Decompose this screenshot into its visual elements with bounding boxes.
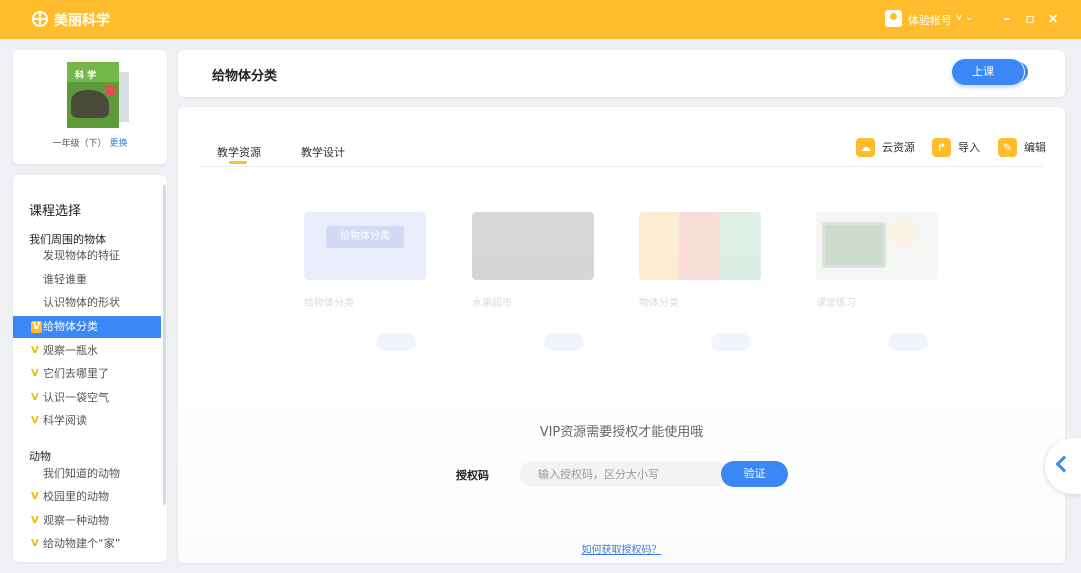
- lesson-item[interactable]: V 给动物建个“家”: [13, 533, 161, 555]
- resource-card: 水果超市: [472, 212, 594, 351]
- vip-message: VIP资源需要授权才能使用哦: [539, 425, 704, 440]
- user-name[interactable]: 体验帐号: [908, 12, 952, 28]
- close-button[interactable]: ×: [1045, 10, 1061, 28]
- tabs-divider: [198, 166, 1045, 167]
- resource-button: [376, 333, 416, 351]
- resource-button: [544, 333, 584, 351]
- lesson-item[interactable]: V 校园里的动物: [13, 486, 161, 508]
- resource-thumbnail: [472, 212, 594, 280]
- page-title: 给物体分类: [212, 69, 278, 84]
- vip-icon: V: [31, 368, 39, 379]
- cover-title: 科 学: [75, 71, 97, 81]
- textbook-cover: 科 学: [67, 62, 119, 128]
- lesson-scrollbar[interactable]: [163, 185, 166, 505]
- lesson-item[interactable]: V 观察一瓶水: [13, 340, 161, 362]
- cover-decoration: [105, 86, 115, 96]
- grade-label: 一年级（下） 更换: [13, 136, 167, 149]
- lesson-item[interactable]: V 它们去哪里了: [13, 363, 161, 385]
- vip-icon: V: [31, 491, 39, 502]
- start-class-button[interactable]: 上课: [952, 59, 1028, 85]
- title-bar: 美丽科学 体验帐号 v ⌄ – ▫ ×: [0, 0, 1081, 39]
- import-icon: ↱: [932, 138, 951, 157]
- lesson-panel: 课程选择 我们周围的物体 发现物体的特征 谁轻谁重 认识物体的形状 V 给物体分类…: [13, 175, 167, 562]
- lesson-item[interactable]: 我们知道的动物: [13, 463, 161, 485]
- verify-button[interactable]: 验证: [721, 461, 788, 487]
- lesson-heading: 课程选择: [29, 204, 82, 219]
- lesson-header: 给物体分类 上课: [178, 50, 1065, 97]
- lesson-item[interactable]: V 认识一袋空气: [13, 387, 161, 409]
- vip-icon: V: [31, 415, 39, 426]
- maximize-button[interactable]: ▫: [1022, 10, 1038, 28]
- lesson-item[interactable]: 发现物体的特征: [13, 245, 161, 267]
- edit-icon: ✎: [998, 138, 1017, 157]
- resource-card: 给物体分类 给物体分类: [304, 212, 426, 351]
- lesson-item[interactable]: V 观察一种动物: [13, 510, 161, 532]
- lesson-item[interactable]: 谁轻谁重: [13, 269, 161, 291]
- resource-title: 课堂练习: [816, 298, 856, 309]
- wave-icon: [1018, 62, 1028, 82]
- resource-title: 物体分类: [639, 298, 679, 309]
- minimize-button[interactable]: –: [999, 10, 1015, 28]
- vip-icon: V: [31, 538, 39, 549]
- user-badge[interactable]: v ⌄: [956, 12, 973, 23]
- app-logo-icon: [32, 11, 48, 27]
- start-class-label: 上课: [972, 65, 994, 78]
- lesson-item[interactable]: V 科学阅读: [13, 410, 161, 432]
- auth-code-input[interactable]: [520, 461, 728, 487]
- lesson-item[interactable]: 认识物体的形状: [13, 292, 161, 314]
- lesson-item-active[interactable]: V 给物体分类: [13, 316, 161, 338]
- resource-thumbnail: 给物体分类: [304, 212, 426, 280]
- resource-thumbnail: [639, 212, 761, 280]
- tab-teaching-design[interactable]: 教学设计: [301, 144, 345, 160]
- resource-panel: 教学资源 教学设计 ☁ 云资源 ↱ 导入 ✎ 编辑 给物体分类 给物体分类 水果…: [178, 107, 1065, 563]
- vip-icon: V: [31, 515, 39, 526]
- resource-button: [711, 333, 751, 351]
- grade-text: 一年级（下）: [52, 139, 107, 149]
- get-auth-code-link: 如何获取授权码？: [178, 541, 1065, 556]
- active-tab-indicator: [229, 161, 247, 164]
- get-auth-code-link-text[interactable]: 如何获取授权码？: [582, 545, 662, 556]
- cloud-icon: ☁: [856, 138, 875, 157]
- elephant-image: [71, 90, 109, 118]
- vip-icon: V: [31, 321, 42, 333]
- chevron-left-icon: [1055, 455, 1073, 473]
- tab-teaching-resources[interactable]: 教学资源: [217, 144, 261, 160]
- textbook-card: 科 学 一年级（下） 更换: [13, 50, 167, 164]
- change-textbook-link[interactable]: 更换: [109, 139, 127, 149]
- unit-title: 动物: [29, 450, 51, 463]
- resource-card: 课堂练习: [816, 212, 938, 351]
- resource-button: [888, 333, 928, 351]
- resource-title: 水果超市: [472, 298, 512, 309]
- user-avatar-icon[interactable]: [885, 10, 902, 27]
- auth-code-label: 授权码: [456, 469, 489, 482]
- vip-icon: V: [31, 345, 39, 356]
- resource-title: 给物体分类: [304, 298, 354, 309]
- resource-card: 物体分类: [639, 212, 761, 351]
- app-name: 美丽科学: [54, 13, 110, 29]
- vip-icon: V: [31, 392, 39, 403]
- vip-auth-section: VIP资源需要授权才能使用哦 授权码 验证 如何获取授权码？: [178, 391, 1065, 563]
- resource-thumbnail: [816, 212, 938, 280]
